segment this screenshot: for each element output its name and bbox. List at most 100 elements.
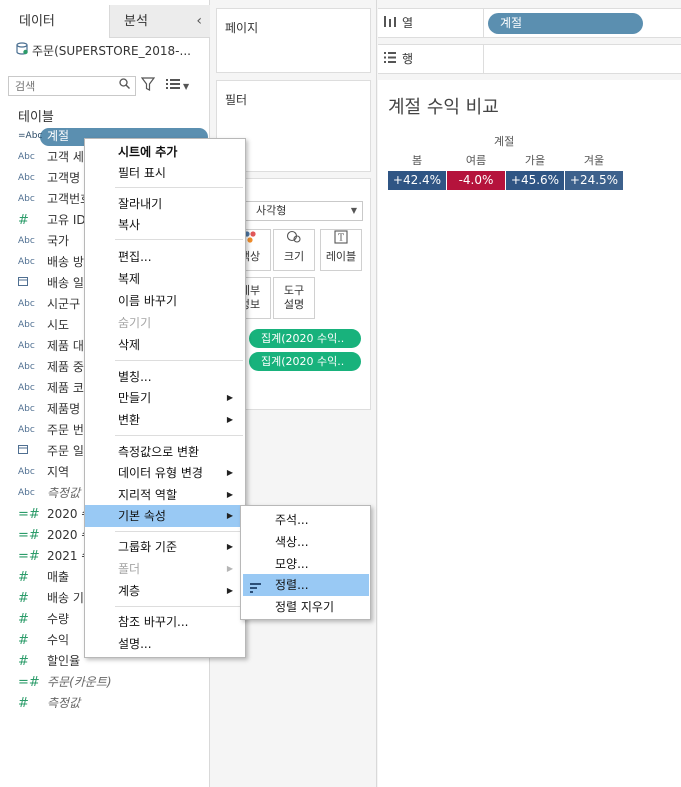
menu-copy[interactable]: 복사 [85,214,245,236]
table-cell[interactable]: +45.6% [506,171,564,190]
table-cell[interactable]: +24.5% [565,171,623,190]
pane-divider [376,0,377,787]
string-type-icon: Abc [18,383,35,393]
menu-duplicate[interactable]: 복제 [85,268,245,290]
number-type-icon: # [18,633,29,648]
number-type-icon: # [18,612,29,627]
string-type-icon: Abc [18,299,35,309]
menu-hide: 숨기기 [118,316,152,330]
field-name: 시군구 [47,297,81,311]
string-type-icon: Abc [18,152,35,162]
menu-add-to-sheet[interactable]: 시트에 추가 [85,141,245,163]
submenu-arrow-icon: ▶ [226,564,233,573]
string-type-icon: Abc [18,257,35,267]
menu-separator [115,606,243,607]
collapse-pane-icon[interactable]: ‹ [196,5,202,38]
field-name: 주문 일 [47,444,84,458]
string-type-icon: Abc [18,362,35,372]
string-type-icon: Abc [18,194,35,204]
menu-separator [115,435,243,436]
tooltip-button[interactable]: 도구 설명 [273,277,315,319]
string-type-icon: Abc [18,320,35,330]
date-type-icon [18,441,38,462]
menu-aliases[interactable]: 별칭... [85,366,245,388]
calculated-number-type-icon: =# [18,549,40,564]
search-icon [119,78,130,92]
menu-rename[interactable]: 이름 바꾸기 [85,290,245,312]
column-header[interactable]: 겨울 [565,152,623,168]
string-type-icon: Abc [18,173,35,183]
field-name: 수익 [47,633,70,647]
sort-icon [250,579,262,593]
submenu-arrow-icon: ▶ [226,542,233,551]
menu-delete[interactable]: 삭제 [85,334,245,356]
filters-title: 필터 [225,93,248,107]
column-header[interactable]: 여름 [447,152,505,168]
rows-shelf[interactable]: 행 [378,44,681,74]
tab-data[interactable]: 데이터 [0,5,110,38]
submenu-shape[interactable]: 모양... [243,553,369,575]
menu-change-data-type[interactable]: 데이터 유형 변경 ▶ [85,462,245,484]
field-item[interactable]: # 측정값 [0,693,210,714]
rows-label: 행 [384,45,484,73]
default-properties-submenu: 주석... 색상... 모양... 정렬... 정렬 지우기 [240,505,371,620]
menu-edit[interactable]: 편집... [85,246,245,268]
submenu-comment[interactable]: 주석... [243,509,369,531]
column-header[interactable]: 가을 [506,152,564,168]
menu-replace-references[interactable]: 참조 바꾸기... [85,611,245,633]
calculated-number-type-icon: =# [18,675,40,690]
label-button[interactable]: T 레이블 [320,229,362,271]
search-input[interactable] [9,77,109,95]
pages-shelf[interactable]: 페이지 [216,8,371,73]
field-search[interactable] [8,76,136,96]
menu-transform[interactable]: 변환 ▶ [85,409,245,431]
menu-separator [115,531,243,532]
string-type-icon: Abc [18,488,35,498]
menu-default-properties[interactable]: 기본 속성 ▶ [85,505,245,527]
menu-create[interactable]: 만들기 ▶ [85,387,245,409]
filter-icon[interactable] [140,76,156,94]
svg-text:T: T [338,234,344,244]
menu-cut[interactable]: 잘라내기 [85,193,245,215]
marks-pill-2[interactable]: 집계(2020 수익.. [249,352,361,371]
field-name: 매출 [47,570,70,584]
submenu-arrow-icon: ▶ [226,586,233,595]
field-item[interactable]: =# 주문(카운트) [0,672,210,693]
calculated-number-type-icon: =# [18,507,40,522]
tab-analysis[interactable]: 분석 ‹ [110,5,210,38]
datasource-item[interactable]: 주문(SUPERSTORE_2018-... [16,40,206,62]
table-cell[interactable]: +42.4% [388,171,446,190]
menu-separator [115,239,243,240]
field-name: 계절 [47,129,70,143]
columns-pill-season[interactable]: 계절 [488,13,643,34]
string-type-icon: Abc [18,404,35,414]
menu-hierarchy[interactable]: 계층 ▶ [85,580,245,602]
menu-describe[interactable]: 설명... [85,633,245,655]
columns-label: 열 [384,9,484,37]
menu-convert-to-measure[interactable]: 측정값으로 변환 [85,441,245,463]
view-options-icon[interactable]: ▼ [166,78,189,92]
column-header[interactable]: 봄 [388,152,446,168]
number-type-icon: # [18,213,29,228]
column-header-title: 계절 [494,135,515,148]
size-button[interactable]: 크기 [273,229,315,271]
context-menu: 시트에 추가 필터 표시 잘라내기 복사 편집... 복제 이름 바꾸기 숨기기… [84,138,246,658]
submenu-arrow-icon: ▶ [226,468,233,477]
columns-shelf[interactable]: 열 계절 [378,8,681,38]
rows-icon [384,45,402,73]
submenu-color[interactable]: 색상... [243,531,369,553]
mark-type-select[interactable]: 사각형 ▼ [239,201,363,221]
submenu-sort[interactable]: 정렬... [243,574,369,596]
chevron-down-icon: ▼ [350,206,357,215]
field-name: 측정값 [47,696,81,710]
field-name: 수량 [47,612,70,626]
menu-geographic-role[interactable]: 지리적 역할 ▶ [85,484,245,506]
submenu-clear-sort[interactable]: 정렬 지우기 [243,596,369,618]
table-cell[interactable]: -4.0% [447,171,505,190]
menu-show-filter[interactable]: 필터 표시 [85,162,245,184]
field-name: 고유 ID [47,213,86,227]
menu-group-by[interactable]: 그룹화 기준 ▶ [85,536,245,558]
marks-pill-1[interactable]: 집계(2020 수익.. [249,329,361,348]
number-type-icon: # [18,654,29,669]
submenu-arrow-icon: ▶ [226,415,233,424]
